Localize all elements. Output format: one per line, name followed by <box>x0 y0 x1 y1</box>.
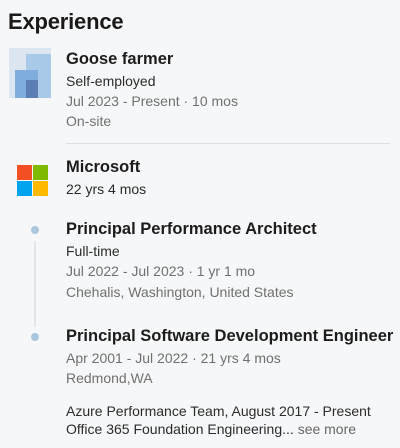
timeline-dot <box>31 333 39 341</box>
timeline-dot <box>31 226 39 234</box>
employment-type: Self-employed <box>66 73 156 89</box>
microsoft-logo-icon[interactable] <box>17 165 48 196</box>
job-title[interactable]: Goose farmer <box>66 50 173 69</box>
date-range: Jul 2023 - Present · 10 mos <box>66 93 238 109</box>
date-range: Apr 2001 - Jul 2022 · 21 yrs 4 mos <box>66 350 281 366</box>
company-logo-icon[interactable] <box>9 48 51 98</box>
role-description-truncated: Office 365 Foundation Engineering... <box>66 421 294 437</box>
experience-section: Experience Goose farmer Self-employed Ju… <box>0 0 400 448</box>
timeline-connector <box>34 241 36 327</box>
role-title[interactable]: Principal Performance Architect <box>66 220 317 239</box>
section-title: Experience <box>8 9 124 34</box>
logo-bar-dark <box>26 80 38 98</box>
role-description-line: Office 365 Foundation Engineering... see… <box>66 421 356 437</box>
company-tenure: 22 yrs 4 mos <box>66 181 147 197</box>
divider <box>66 143 390 144</box>
role-description-line: Azure Performance Team, August 2017 - Pr… <box>66 403 371 419</box>
employment-type: Full-time <box>66 243 120 259</box>
role-title[interactable]: Principal Software Development Engineer <box>66 327 393 346</box>
see-more-link[interactable]: see more <box>298 421 356 437</box>
logo-square-blue <box>17 181 32 196</box>
location: Redmond,WA <box>66 370 153 386</box>
logo-square-red <box>17 165 32 180</box>
date-range: Jul 2022 - Jul 2023 · 1 yr 1 mo <box>66 263 256 279</box>
location: Chehalis, Washington, United States <box>66 284 294 300</box>
logo-square-green <box>33 165 48 180</box>
location-type: On-site <box>66 113 112 129</box>
company-name[interactable]: Microsoft <box>66 158 140 177</box>
logo-square-yellow <box>33 181 48 196</box>
